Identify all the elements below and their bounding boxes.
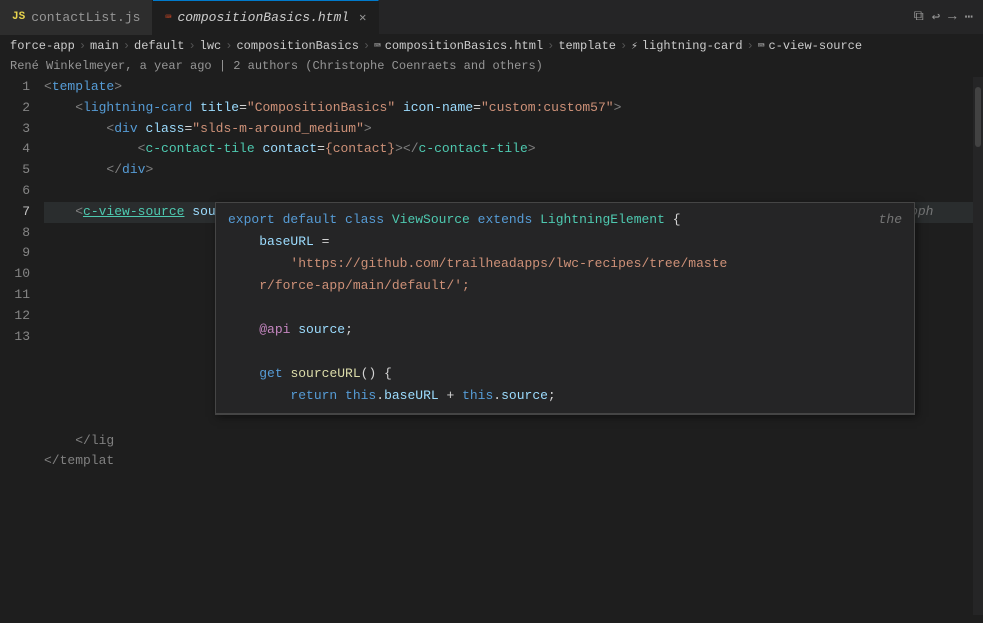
line-num-12: 12 <box>10 306 30 327</box>
bc-default[interactable]: default <box>134 39 184 53</box>
line-num-1: 1 <box>10 77 30 98</box>
code-line-4: <c-contact-tile contact={contact}></c-co… <box>44 139 983 160</box>
line-num-3: 3 <box>10 119 30 140</box>
html-file-icon: ⌨ <box>165 12 171 24</box>
code-line-5: </div> <box>44 160 983 181</box>
tab-contactlist[interactable]: JS contactList.js <box>0 0 153 35</box>
line-num-4: 4 <box>10 139 30 160</box>
tab-compositionbasics-label: compositionBasics.html <box>177 10 349 25</box>
scrollbar-thumb[interactable] <box>975 87 981 147</box>
code-line-12: </templat <box>44 451 983 472</box>
line-num-13: 13 <box>10 327 30 348</box>
line-num-8: 8 <box>10 223 30 244</box>
tab-contactlist-label: contactList.js <box>31 10 140 25</box>
bc-c-view-source[interactable]: c-view-source <box>768 39 862 53</box>
bc-compositionbasics-html[interactable]: compositionBasics.html <box>385 39 543 53</box>
editor: 1 2 3 4 5 6 7 8 9 10 11 12 13 <template>… <box>0 77 983 615</box>
popup-line-3: 'https://github.com/trailheadapps/lwc-re… <box>228 253 902 275</box>
code-area[interactable]: <template> <lightning-card title="Compos… <box>40 77 983 615</box>
tab-actions: ⧉ ↩ → ⋯ <box>914 9 983 26</box>
git-blame: René Winkelmeyer, a year ago | 2 authors… <box>0 57 983 77</box>
js-file-icon: JS <box>12 11 25 23</box>
go-back-icon[interactable]: ↩ <box>932 9 940 26</box>
bc-template[interactable]: template <box>558 39 616 53</box>
line-num-10: 10 <box>10 264 30 285</box>
tab-close-button[interactable]: ✕ <box>359 10 366 25</box>
popup-line-2: baseURL = <box>228 231 902 253</box>
code-line-11: </lig <box>44 431 983 452</box>
go-forward-icon[interactable]: → <box>948 9 956 25</box>
code-line-1: <template> <box>44 77 983 98</box>
tab-bar: JS contactList.js ⌨ compositionBasics.ht… <box>0 0 983 35</box>
line-num-2: 2 <box>10 98 30 119</box>
line-num-11: 11 <box>10 285 30 306</box>
bc-lwc[interactable]: lwc <box>200 39 222 53</box>
scrollbar[interactable] <box>973 77 983 615</box>
breadcrumb: force-app › main › default › lwc › compo… <box>0 35 983 57</box>
popup-line-5 <box>228 297 902 319</box>
popup-line-9: return this.baseURL + this.source; <box>228 385 902 407</box>
line-numbers: 1 2 3 4 5 6 7 8 9 10 11 12 13 <box>0 77 40 615</box>
bc-compositionbasics-dir[interactable]: compositionBasics <box>236 39 358 53</box>
code-line-2: <lightning-card title="CompositionBasics… <box>44 98 983 119</box>
popup-line-1: export default class ViewSource extends … <box>228 209 902 231</box>
split-editor-icon[interactable]: ⧉ <box>914 9 924 25</box>
bc-main[interactable]: main <box>90 39 119 53</box>
autocomplete-popup: export default class ViewSource extends … <box>215 202 915 415</box>
line-num-6: 6 <box>10 181 30 202</box>
bc-force-app[interactable]: force-app <box>10 39 75 53</box>
line-num-9: 9 <box>10 243 30 264</box>
code-line-13 <box>44 472 983 493</box>
line-num-5: 5 <box>10 160 30 181</box>
popup-line-6: @api source; <box>228 319 902 341</box>
popup-line-8: get sourceURL() { <box>228 363 902 385</box>
bc-lightning-card[interactable]: lightning-card <box>642 39 743 53</box>
line-num-7: 7 <box>10 202 30 223</box>
code-line-6 <box>44 181 983 202</box>
popup-ghost-right: the <box>879 209 902 231</box>
popup-line-4: r/force-app/main/default/'; <box>228 275 902 297</box>
popup-code-content: export default class ViewSource extends … <box>216 203 914 414</box>
blame-text: René Winkelmeyer, a year ago | 2 authors… <box>10 59 543 73</box>
more-actions-icon[interactable]: ⋯ <box>965 9 973 26</box>
popup-line-7 <box>228 341 902 363</box>
tab-compositionbasics[interactable]: ⌨ compositionBasics.html ✕ <box>153 0 379 35</box>
code-line-3: <div class="slds-m-around_medium"> <box>44 119 983 140</box>
